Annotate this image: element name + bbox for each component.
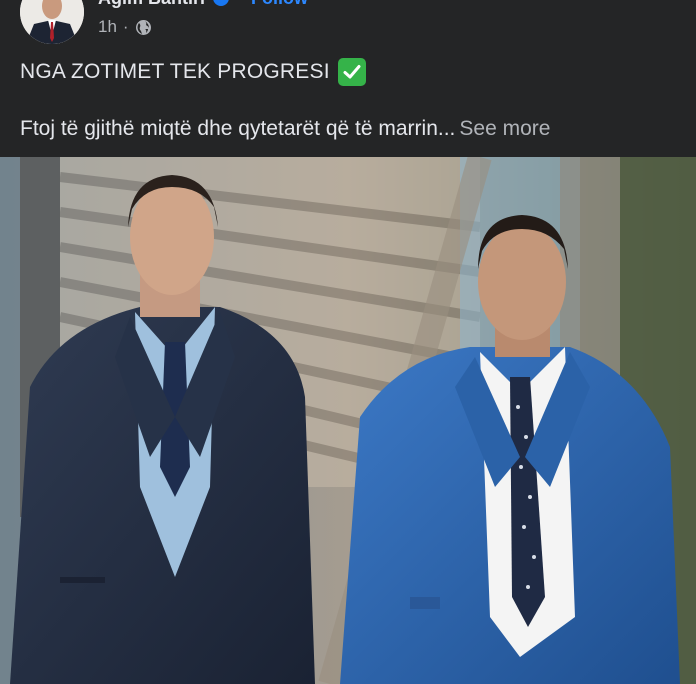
post-body-preview-row: Ftoj të gjithë miqtë dhe qytetarët që të… <box>20 117 550 141</box>
post-headline: NGA ZOTIMET TEK PROGRESI <box>20 60 330 83</box>
post-header: Agim Bahtiri ✓ · Follow 1h · <box>0 0 696 48</box>
separator-dot: · <box>237 0 243 9</box>
author-row: Agim Bahtiri ✓ · Follow <box>98 0 308 8</box>
follow-button[interactable]: Follow <box>251 0 308 9</box>
post-body-preview: Ftoj të gjithë miqtë dhe qytetarët që të… <box>20 117 456 140</box>
post-headline-row: NGA ZOTIMET TEK PROGRESI <box>20 58 366 86</box>
see-more-link[interactable]: See more <box>459 117 550 140</box>
author-name[interactable]: Agim Bahtiri <box>98 0 205 9</box>
post-timestamp[interactable]: 1h <box>98 17 117 37</box>
post-photo[interactable] <box>0 157 696 684</box>
globe-icon[interactable] <box>135 19 152 36</box>
check-mark-emoji-icon <box>337 58 366 86</box>
author-avatar[interactable] <box>20 0 84 44</box>
verified-badge-icon: ✓ <box>213 0 230 6</box>
post-meta: 1h · <box>98 17 152 37</box>
meta-separator: · <box>122 17 129 36</box>
